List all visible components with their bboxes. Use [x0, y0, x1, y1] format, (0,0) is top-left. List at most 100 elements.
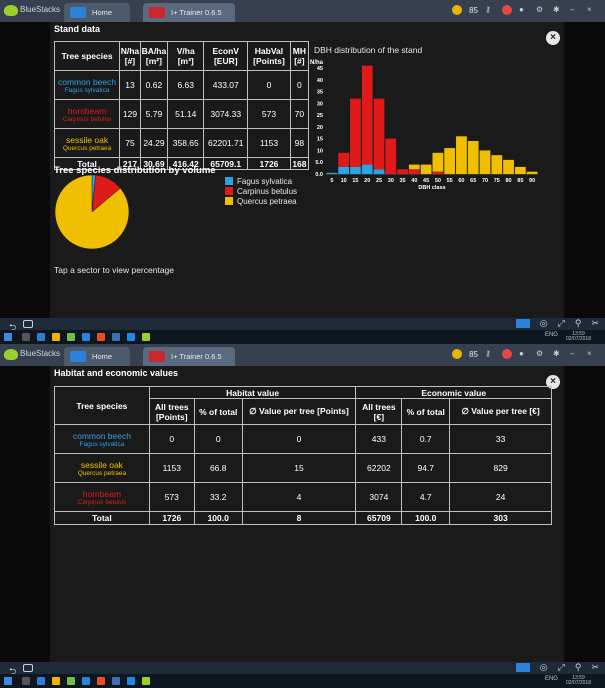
system-tray: ENG 13:59 02/07/2018	[545, 676, 591, 686]
explorer-icon[interactable]	[52, 333, 60, 341]
gear-icon[interactable]: ✱	[553, 5, 563, 15]
table-row[interactable]: hornbeam Carpinus betulus 573 33.2 4 3074…	[54, 482, 552, 512]
stand-data-panel: Stand data × Tree species N/ha [#] BA/ha[…	[50, 22, 564, 318]
dbh-histogram[interactable]: N/ha0.05.010152025303540455 10 15 20 25 30 35 4…	[308, 58, 558, 198]
cell: 94.7	[401, 453, 451, 483]
keyboard-icon[interactable]	[515, 663, 530, 672]
bar	[514, 166, 526, 174]
chrome-icon[interactable]	[97, 333, 105, 341]
bar	[491, 155, 503, 174]
keyboard-icon[interactable]	[515, 319, 530, 328]
settings-icon[interactable]: ⚙	[536, 349, 546, 359]
eye-icon[interactable]: ◎	[540, 662, 548, 673]
expand-icon[interactable]: ⤢	[558, 662, 565, 673]
y-tick-label: 45	[317, 66, 323, 72]
notification-icon[interactable]	[502, 5, 512, 15]
lang-indicator: ENG	[544, 676, 558, 682]
legend-swatch	[225, 177, 233, 185]
search-icon[interactable]	[22, 677, 30, 685]
cell: 100.0	[401, 511, 451, 525]
y-tick-label: 20	[317, 125, 323, 131]
y-tick-label: 25	[317, 113, 323, 119]
key-icon[interactable]: ⚷	[485, 5, 495, 15]
store-icon[interactable]	[67, 677, 75, 685]
bluestacks-icon[interactable]	[142, 333, 150, 341]
settings-icon[interactable]: ⚙	[536, 5, 546, 15]
col-species: Tree species	[54, 386, 150, 425]
explorer-icon[interactable]	[52, 677, 60, 685]
close-button[interactable]: ×	[546, 31, 560, 45]
close-window-icon[interactable]: ×	[587, 349, 597, 359]
cell: 1153	[247, 128, 291, 158]
location-icon[interactable]: ⚲	[575, 662, 582, 673]
tab-trainer[interactable]: I+ Trainer 0.6.5	[143, 3, 235, 22]
table-row[interactable]: sessile oak Quercus petraea 1153 66.8 15 …	[54, 453, 552, 483]
windows-start-icon[interactable]	[4, 333, 12, 341]
minimize-icon[interactable]: –	[570, 349, 580, 359]
scissors-icon[interactable]: ✂	[591, 662, 599, 673]
table-row[interactable]: common beech Fagus sylvatica 0 0 0 433 0.…	[54, 424, 552, 454]
word-icon[interactable]	[82, 333, 90, 341]
cell: 33	[449, 424, 552, 454]
user-icon[interactable]: ●	[519, 349, 529, 359]
table-row[interactable]: sessile oak Quercus petraea 75 24.29 358.…	[53, 128, 310, 158]
location-icon[interactable]: ⚲	[575, 318, 582, 329]
table-row[interactable]: common beech Fagus sylvatica 13 0.62 6.63…	[53, 70, 310, 100]
species-pie-chart[interactable]	[52, 172, 132, 252]
edge-icon[interactable]	[37, 333, 45, 341]
notification-icon[interactable]	[502, 349, 512, 359]
bluestacks-window-stand-data: BlueStacks Home I+ Trainer 0.6.5 85 ⚷ ● …	[0, 0, 605, 344]
col-hab: HabVal [Points]	[247, 41, 291, 71]
bar	[526, 171, 538, 174]
recent-apps-icon[interactable]	[23, 664, 33, 672]
tab-home[interactable]: Home	[64, 3, 130, 22]
cell: 24	[449, 482, 552, 512]
minimize-icon[interactable]: –	[570, 5, 580, 15]
legend-item: Fagus sylvatica	[225, 176, 297, 186]
close-window-icon[interactable]: ×	[587, 5, 597, 15]
x-tick-label: 35	[399, 178, 405, 184]
key-icon[interactable]: ⚷	[485, 349, 495, 359]
search-icon[interactable]	[22, 333, 30, 341]
chrome-icon[interactable]	[97, 677, 105, 685]
tab-label: Home	[92, 352, 113, 361]
cell: 829	[449, 453, 552, 483]
user-icon[interactable]: ●	[519, 5, 529, 15]
store-icon[interactable]	[67, 333, 75, 341]
windows-start-icon[interactable]	[4, 677, 12, 685]
table-header-row: Tree species N/ha [#] BA/ha [m²] V/ha [m³] …	[53, 41, 310, 71]
windows-taskbar: ENG 13:59 02/07/2018	[0, 330, 605, 344]
species-cell: sessile oak Quercus petraea	[53, 128, 121, 158]
word-icon[interactable]	[82, 677, 90, 685]
recent-apps-icon[interactable]	[23, 320, 33, 328]
tab-home[interactable]: Home	[64, 347, 130, 366]
x-tick-label: 50	[435, 178, 441, 184]
app-icon[interactable]	[112, 333, 120, 341]
histogram-title: DBH distribution of the stand	[314, 45, 423, 55]
app-icon[interactable]	[112, 677, 120, 685]
bluestacks-logo-icon	[4, 5, 18, 16]
habitat-panel: Habitat and economic values × Tree speci…	[50, 366, 564, 662]
table-row[interactable]: hornbeam Carpinus betulus 129 5.79 51.14 …	[53, 99, 310, 129]
group-habitat: Habitat value	[148, 386, 357, 399]
bluestacks-icon[interactable]	[142, 677, 150, 685]
cell: Total	[54, 511, 150, 525]
cell: 0	[241, 424, 357, 454]
tab-trainer[interactable]: I+ Trainer 0.6.5	[143, 347, 235, 366]
cell: 98	[289, 128, 310, 158]
gear-icon[interactable]: ✱	[553, 349, 563, 359]
cell: 1153	[148, 453, 195, 483]
legend-item: Carpinus betulus	[225, 186, 297, 196]
outlook-icon[interactable]	[127, 333, 135, 341]
legend-label: Quercus petraea	[237, 196, 297, 206]
expand-icon[interactable]: ⤢	[558, 318, 565, 329]
cell: 6.63	[167, 70, 205, 100]
x-tick-label: 90	[529, 178, 535, 184]
outlook-icon[interactable]	[127, 677, 135, 685]
bar	[361, 65, 373, 165]
cell: 24.29	[139, 128, 169, 158]
eye-icon[interactable]: ◎	[540, 318, 548, 329]
scissors-icon[interactable]: ✂	[591, 318, 599, 329]
edge-icon[interactable]	[37, 677, 45, 685]
col-mh: MH [#]	[289, 41, 310, 71]
